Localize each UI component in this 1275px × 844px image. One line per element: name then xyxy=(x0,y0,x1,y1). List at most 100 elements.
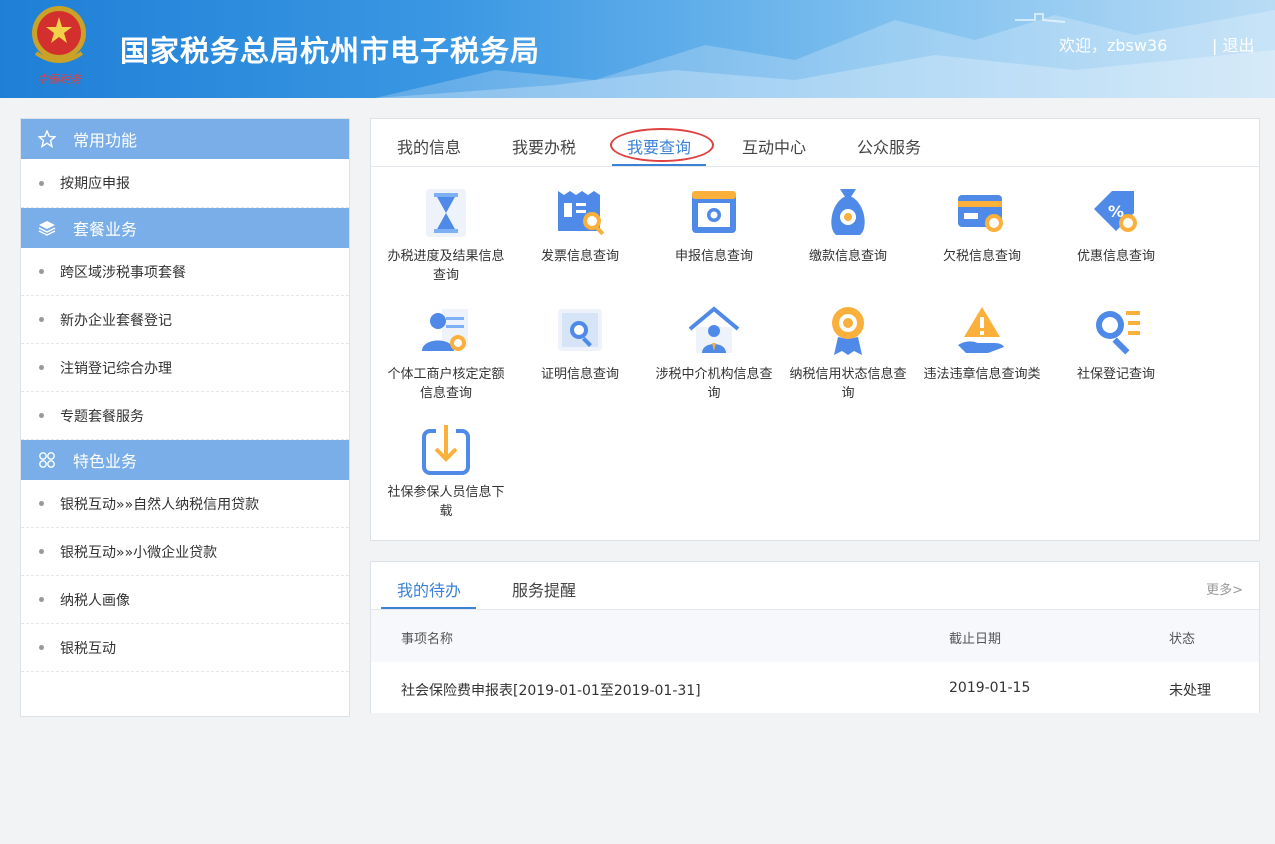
bullet-dot xyxy=(39,269,44,274)
tile-discount-query[interactable]: % 优惠信息查询 xyxy=(1057,185,1175,266)
tile-label: 缴款信息查询 xyxy=(808,249,887,264)
tile-violation-query[interactable]: 违法违章信息查询类 xyxy=(923,303,1041,384)
sidebar-item-label: 新办企业套餐登记 xyxy=(60,312,172,329)
highlight-ring xyxy=(610,128,714,162)
house-person-icon xyxy=(688,306,740,353)
sidebar-section-featured[interactable]: 特色业务 xyxy=(21,440,349,480)
sidebar-item-label: 按期应申报 xyxy=(60,176,130,192)
star-icon xyxy=(37,129,57,149)
query-tabs: 我的信息 我要办税 我要查询 互动中心 公众服务 xyxy=(371,119,1259,167)
table-header: 事项名称 截止日期 状态 xyxy=(371,610,1259,662)
sidebar-item[interactable]: 银税互动»»自然人纳税信用贷款 xyxy=(21,480,349,528)
welcome-text: 欢迎，zbsw36 xyxy=(1059,36,1168,55)
declaration-search-icon xyxy=(692,191,736,233)
tile-certificate-query[interactable]: 证明信息查询 xyxy=(521,303,639,384)
hourglass-icon xyxy=(426,189,466,237)
sidebar-item-label: 注销登记综合办理 xyxy=(60,360,172,377)
bullet-dot xyxy=(39,365,44,370)
tile-agency-query[interactable]: 涉税中介机构信息查询 xyxy=(655,303,773,403)
bullet-dot xyxy=(39,180,44,186)
tile-declaration-query[interactable]: 申报信息查询 xyxy=(655,185,773,266)
site-title: 国家税务总局杭州市电子税务局 xyxy=(120,34,541,68)
sidebar-item-label: 银税互动»»自然人纳税信用贷款 xyxy=(60,496,260,513)
tax-emblem-logo: 中国税务 xyxy=(32,6,86,86)
sidebar-item[interactable]: 跨区域涉税事项套餐 xyxy=(21,248,349,296)
sidebar-item-label: 银税互动»»小微企业贷款 xyxy=(60,544,218,561)
sidebar-item[interactable]: 银税互动»»小微企业贷款 xyxy=(21,528,349,576)
sidebar-item-label: 跨区域涉税事项套餐 xyxy=(60,264,186,281)
site-header: 中国税务 国家税务总局杭州市电子税务局 欢迎，zbsw36 | 退出 xyxy=(0,0,1275,98)
tile-arrears-query[interactable]: 欠税信息查询 xyxy=(923,185,1041,266)
bullet-dot xyxy=(39,317,44,322)
sidebar-item[interactable]: 银税互动 xyxy=(21,624,349,672)
search-list-icon xyxy=(1096,311,1140,355)
person-doc-icon xyxy=(422,309,468,351)
sidebar: 常用功能 按期应申报 套餐业务 跨区域涉税事项套餐 新办企业套餐登记 注销登记综… xyxy=(20,118,350,717)
bullet-dot xyxy=(39,413,44,418)
download-icon xyxy=(422,425,470,475)
sidebar-item[interactable]: 新办企业套餐登记 xyxy=(21,296,349,344)
tile-label: 社保登记查询 xyxy=(1076,367,1155,382)
tab-my-info[interactable]: 我的信息 xyxy=(397,134,461,158)
logout-link[interactable]: | 退出 xyxy=(1212,32,1254,56)
sidebar-item[interactable]: 纳税人画像 xyxy=(21,576,349,624)
task-name[interactable]: 社会保险费申报表[2019-01-01至2019-01-31] xyxy=(401,680,701,700)
sidebar-item[interactable]: 按期应申报 xyxy=(21,159,349,208)
tile-label: 个体工商户核定定额信息查询 xyxy=(387,367,505,401)
sidebar-section-title: 套餐业务 xyxy=(73,220,138,239)
todo-tabs: 我的待办 服务提醒 更多> xyxy=(371,562,1259,610)
task-deadline: 2019-01-15 xyxy=(949,680,1031,696)
bullet-dot xyxy=(39,501,44,506)
tile-credit-status-query[interactable]: 纳税信用状态信息查询 xyxy=(789,303,907,403)
column-header-name: 事项名称 xyxy=(401,632,454,647)
tile-label: 优惠信息查询 xyxy=(1076,249,1155,264)
sidebar-item[interactable]: 专题套餐服务 xyxy=(21,392,349,440)
active-tab-indicator xyxy=(612,164,706,166)
tile-label: 办税进度及结果信息查询 xyxy=(387,249,505,283)
sidebar-item-label: 银税互动 xyxy=(60,640,116,657)
layers-icon xyxy=(37,218,57,238)
todo-panel: 我的待办 服务提醒 更多> 事项名称 截止日期 状态 社会保险费申报表[2019… xyxy=(370,561,1260,713)
card-search-icon xyxy=(958,195,1003,232)
sidebar-section-package[interactable]: 套餐业务 xyxy=(21,208,349,248)
tab-handle-tax[interactable]: 我要办税 xyxy=(512,134,576,158)
table-row[interactable]: 社会保险费申报表[2019-01-01至2019-01-31] 2019-01-… xyxy=(371,662,1259,714)
certificate-search-icon xyxy=(558,309,602,351)
tile-label: 涉税中介机构信息查询 xyxy=(655,367,773,401)
sidebar-item[interactable]: 注销登记综合办理 xyxy=(21,344,349,392)
sidebar-item-label: 专题套餐服务 xyxy=(60,408,144,425)
tab-public-service[interactable]: 公众服务 xyxy=(857,134,921,158)
tab-interaction[interactable]: 互动中心 xyxy=(742,134,806,158)
svg-text:中国税务: 中国税务 xyxy=(37,73,82,86)
tile-label: 申报信息查询 xyxy=(674,249,753,264)
sidebar-item-label: 纳税人画像 xyxy=(60,592,130,609)
active-tab-indicator xyxy=(381,607,476,609)
sidebar-section-common[interactable]: 常用功能 xyxy=(21,119,349,159)
more-link[interactable]: 更多> xyxy=(1206,579,1243,598)
tab-service-reminder[interactable]: 服务提醒 xyxy=(512,577,576,601)
bullet-dot xyxy=(39,549,44,554)
tile-insured-download[interactable]: 社保参保人员信息下载 xyxy=(387,421,505,521)
grid-icon xyxy=(37,450,57,470)
column-header-deadline: 截止日期 xyxy=(949,632,1002,647)
sidebar-section-title: 常用功能 xyxy=(73,131,138,150)
tile-progress-query[interactable]: 办税进度及结果信息查询 xyxy=(387,185,505,285)
query-panel: 我的信息 我要办税 我要查询 互动中心 公众服务 办税进度及结果信息查询 发票信… xyxy=(370,118,1260,541)
tile-social-security-reg-query[interactable]: 社保登记查询 xyxy=(1057,303,1175,384)
tile-label: 证明信息查询 xyxy=(540,367,619,382)
tab-my-todo[interactable]: 我的待办 xyxy=(397,577,461,601)
tile-label: 社保参保人员信息下载 xyxy=(387,485,505,519)
tile-invoice-query[interactable]: 发票信息查询 xyxy=(521,185,639,266)
column-header-status: 状态 xyxy=(1169,632,1196,647)
bullet-dot xyxy=(39,597,44,602)
moneybag-search-icon xyxy=(831,189,865,235)
tile-label: 违法违章信息查询类 xyxy=(923,367,1041,382)
tile-individual-quota-query[interactable]: 个体工商户核定定额信息查询 xyxy=(387,303,505,403)
discount-tag-icon: % xyxy=(1094,191,1137,232)
tile-label: 欠税信息查询 xyxy=(942,249,1021,264)
medal-icon xyxy=(832,307,864,355)
tile-payment-query[interactable]: 缴款信息查询 xyxy=(789,185,907,266)
tile-label: 纳税信用状态信息查询 xyxy=(789,367,907,401)
task-status: 未处理 xyxy=(1169,683,1211,699)
warning-hand-icon xyxy=(958,307,1004,353)
